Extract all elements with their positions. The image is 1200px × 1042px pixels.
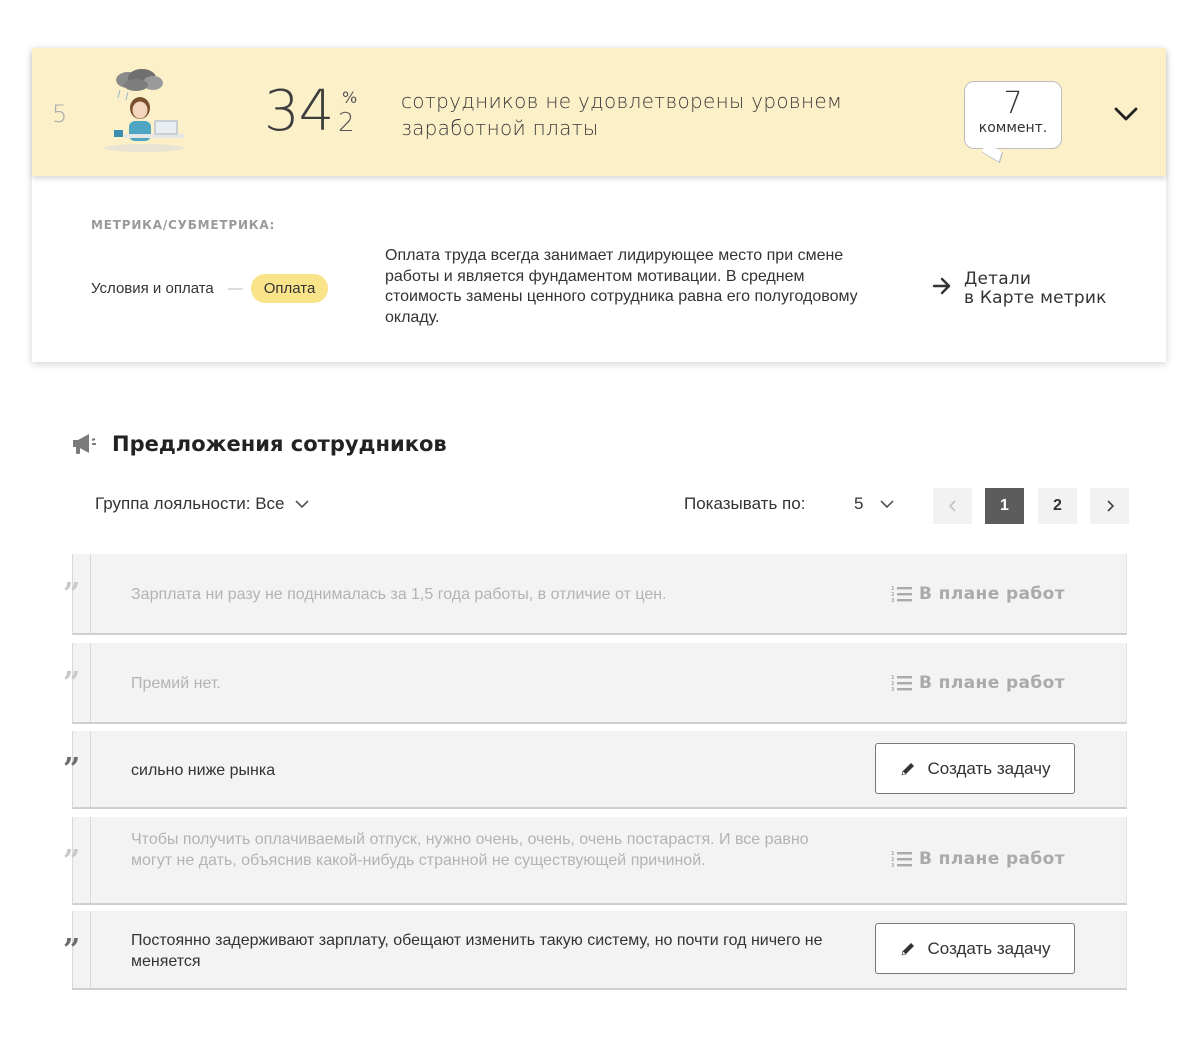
metric-category[interactable]: Условия и оплата <box>91 280 214 297</box>
in-plan-status[interactable]: 1 2 3 В плане работ <box>891 849 1065 869</box>
metric-caption: МЕТРИКА/СУБМЕТРИКА: <box>91 218 276 232</box>
in-plan-status-label: В плане работ <box>919 584 1065 604</box>
suggestion-text: Премий нет. <box>131 675 221 692</box>
details-link-line2: в Карте метрик <box>964 288 1107 308</box>
metric-path-separator: — <box>227 280 243 297</box>
metric-header[interactable]: 5 34 % 2 сотрудников не удовлетворены ур… <box>32 48 1166 176</box>
section-title: Предложения сотрудников <box>112 432 447 456</box>
metric-rank: 5 <box>52 100 68 128</box>
comments-count: 7 <box>1003 86 1023 121</box>
in-plan-status-label: В плане работ <box>919 849 1065 869</box>
quote-icon: ” <box>63 666 81 701</box>
chevron-down-icon <box>294 500 309 509</box>
quote-icon: ” <box>63 752 81 787</box>
section-header: Предложения сотрудников <box>70 432 447 456</box>
loyalty-group-filter[interactable]: Группа лояльности: Все <box>95 494 310 514</box>
in-plan-status[interactable]: 1 2 3 В плане работ <box>891 673 1065 693</box>
metric-card: 5 34 % 2 сотрудников не удовлетворены ур… <box>32 48 1166 362</box>
quote-icon: ” <box>63 577 81 612</box>
submetric-badge[interactable]: Оплата <box>250 274 329 303</box>
page-size-value: 5 <box>854 494 864 513</box>
metric-path: Условия и оплата — Оплата <box>91 274 329 303</box>
megaphone-icon <box>73 434 96 454</box>
numbered-list-icon: 1 2 3 <box>891 851 912 868</box>
suggestion-text: сильно ниже рынка <box>131 762 276 779</box>
pagination-page-1[interactable]: 1 <box>985 488 1024 524</box>
chevron-right-icon <box>1106 500 1114 512</box>
comments-label: коммент. <box>978 120 1048 136</box>
pencil-icon <box>901 762 914 775</box>
suggestion-card: ” Чтобы получить оплачиваемый отпуск, ну… <box>63 817 1127 905</box>
loyalty-group-filter-label: Группа лояльности: Все <box>95 494 285 513</box>
quote-icon: ” <box>63 844 81 879</box>
page-size-label: Показывать по: <box>684 494 806 513</box>
numbered-list-icon: 1 2 3 <box>891 675 912 692</box>
pagination-prev-button[interactable] <box>933 488 972 524</box>
employee-mascot-illustration <box>104 69 184 152</box>
numbered-list-icon: 1 2 3 <box>891 586 912 603</box>
create-task-button-label: Создать задачу <box>927 758 1051 778</box>
svg-text:3: 3 <box>891 598 895 603</box>
suggestion-card: ” сильно ниже рынка Создать задачу <box>63 731 1127 809</box>
metric-value: 34 <box>264 79 334 144</box>
pagination-page-2[interactable]: 2 <box>1038 488 1077 524</box>
page-size-select[interactable]: 5 <box>854 494 895 514</box>
metric-headline: сотрудников не удовлетворены уровнем зар… <box>401 89 843 140</box>
metric-description: Оплата труда всегда занимает лидирующее … <box>385 247 858 326</box>
metric-value-decimal: 2 <box>338 108 355 138</box>
suggestion-text: Постоянно задерживают зарплату, обещают … <box>131 932 823 970</box>
suggestion-card: ” Премий нет. 1 2 3 В плане работ <box>63 643 1127 724</box>
arrow-right-icon <box>932 277 951 295</box>
create-task-button[interactable]: Создать задачу <box>875 923 1075 974</box>
comments-bubble[interactable]: 7 коммент. <box>964 81 1062 149</box>
suggestion-card: ” Зарплата ни разу не поднималась за 1,5… <box>63 554 1127 635</box>
metric-details-link[interactable]: Детали в Карте метрик <box>932 270 1107 308</box>
create-task-button-label: Создать задачу <box>927 938 1051 958</box>
details-link-line1: Детали <box>964 269 1032 289</box>
chevron-down-icon <box>880 500 895 509</box>
create-task-button[interactable]: Создать задачу <box>875 743 1075 794</box>
suggestion-text: Зарплата ни разу не поднималась за 1,5 г… <box>131 586 667 603</box>
chevron-left-icon <box>948 500 956 512</box>
in-plan-status[interactable]: 1 2 3 В плане работ <box>891 584 1065 604</box>
quote-icon: ” <box>63 933 81 968</box>
pencil-icon <box>901 942 914 955</box>
suggestion-text: Чтобы получить оплачиваемый отпуск, нужн… <box>131 831 809 869</box>
svg-text:3: 3 <box>891 863 895 868</box>
svg-text:3: 3 <box>891 687 895 692</box>
metric-value-unit: % <box>342 88 358 107</box>
pagination-next-button[interactable] <box>1090 488 1129 524</box>
suggestion-card: ” Постоянно задерживают зарплату, обещаю… <box>63 911 1127 990</box>
chevron-down-icon[interactable] <box>1112 104 1140 124</box>
in-plan-status-label: В плане работ <box>919 673 1065 693</box>
